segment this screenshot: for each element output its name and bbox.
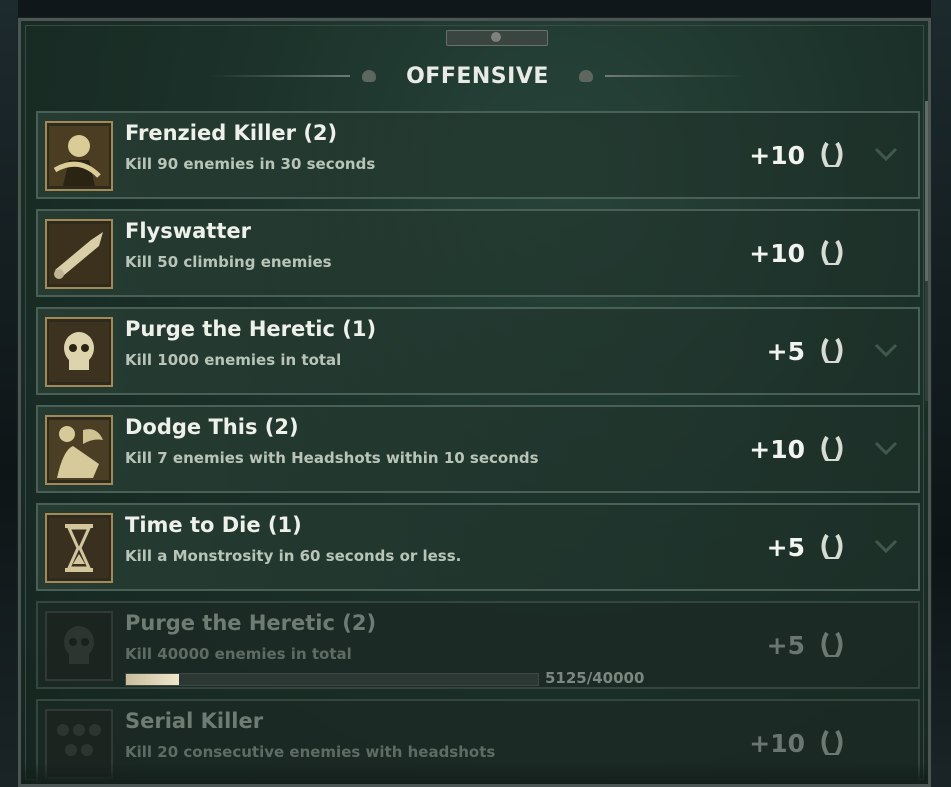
achievement-description: Kill 90 enemies in 30 seconds (125, 155, 376, 173)
achievement-points: +10 (749, 729, 805, 758)
skull-icon (45, 611, 113, 681)
achievement-name: Frenzied Killer (2) (125, 121, 338, 145)
laurel-icon (821, 631, 843, 658)
achievement-points: +5 (766, 337, 805, 366)
bottom-fade (21, 762, 928, 784)
achievement-row[interactable]: Flyswatter Kill 50 climbing enemies +10 (36, 209, 920, 297)
achievements-panel: OFFENSIVE Frenzied Killer (2) Kill 90 en… (17, 17, 932, 787)
flyswatter-icon (45, 219, 113, 289)
achievement-row[interactable]: Frenzied Killer (2) Kill 90 enemies in 3… (36, 111, 920, 199)
achievement-points: +10 (749, 239, 805, 268)
achievement-description: Kill 20 consecutive enemies with headsho… (125, 743, 496, 761)
background-right (931, 0, 951, 787)
achievement-description: Kill 50 climbing enemies (125, 253, 332, 271)
section-title: OFFENSIVE (406, 63, 549, 89)
chevron-down-icon[interactable] (872, 339, 900, 361)
achievement-points: +10 (749, 141, 805, 170)
achievement-points: +10 (749, 435, 805, 464)
section-header: OFFENSIVE (21, 61, 928, 91)
laurel-icon (821, 141, 843, 168)
achievement-name: Purge the Heretic (1) (125, 317, 377, 341)
laurel-icon (821, 729, 843, 756)
skull-ornament-icon (362, 70, 377, 82)
hourglass-icon (45, 513, 113, 583)
dodge-this-icon (45, 415, 113, 485)
achievement-name: Serial Killer (125, 709, 264, 733)
laurel-icon (821, 239, 843, 266)
achievement-name: Time to Die (1) (125, 513, 302, 537)
achievement-description: Kill a Monstrosity in 60 seconds or less… (125, 547, 462, 565)
achievement-description: Kill 1000 enemies in total (125, 351, 342, 369)
progress-fill (126, 674, 179, 685)
achievement-name: Flyswatter (125, 219, 251, 243)
progress-text: 5125/40000 (545, 669, 645, 687)
frenzied-killer-icon (45, 121, 113, 191)
achievement-row[interactable]: Purge the Heretic (1) Kill 1000 enemies … (36, 307, 920, 395)
achievement-points: +5 (766, 533, 805, 562)
skull-icon (45, 317, 113, 387)
header-divider-right (604, 75, 745, 77)
skull-ornament-icon (578, 70, 593, 82)
header-divider-left (210, 75, 351, 77)
chevron-down-icon[interactable] (872, 143, 900, 165)
top-ornament (446, 30, 548, 46)
background-left (0, 0, 18, 787)
achievement-name: Dodge This (2) (125, 415, 299, 439)
laurel-icon (821, 435, 843, 462)
achievement-row[interactable]: Time to Die (1) Kill a Monstrosity in 60… (36, 503, 920, 591)
scrollbar[interactable] (925, 101, 928, 401)
progress-bar (125, 673, 539, 686)
achievement-row-locked[interactable]: Purge the Heretic (2) Kill 40000 enemies… (36, 601, 920, 689)
chevron-down-icon[interactable] (872, 437, 900, 459)
achievement-row[interactable]: Dodge This (2) Kill 7 enemies with Heads… (36, 405, 920, 493)
achievement-name: Purge the Heretic (2) (125, 611, 377, 635)
achievement-description: Kill 40000 enemies in total (125, 645, 352, 663)
achievement-points: +5 (766, 631, 805, 660)
scroll-thumb[interactable] (925, 101, 928, 281)
achievement-description: Kill 7 enemies with Headshots within 10 … (125, 449, 539, 467)
laurel-icon (821, 337, 843, 364)
chevron-down-icon[interactable] (872, 535, 900, 557)
laurel-icon (821, 533, 843, 560)
